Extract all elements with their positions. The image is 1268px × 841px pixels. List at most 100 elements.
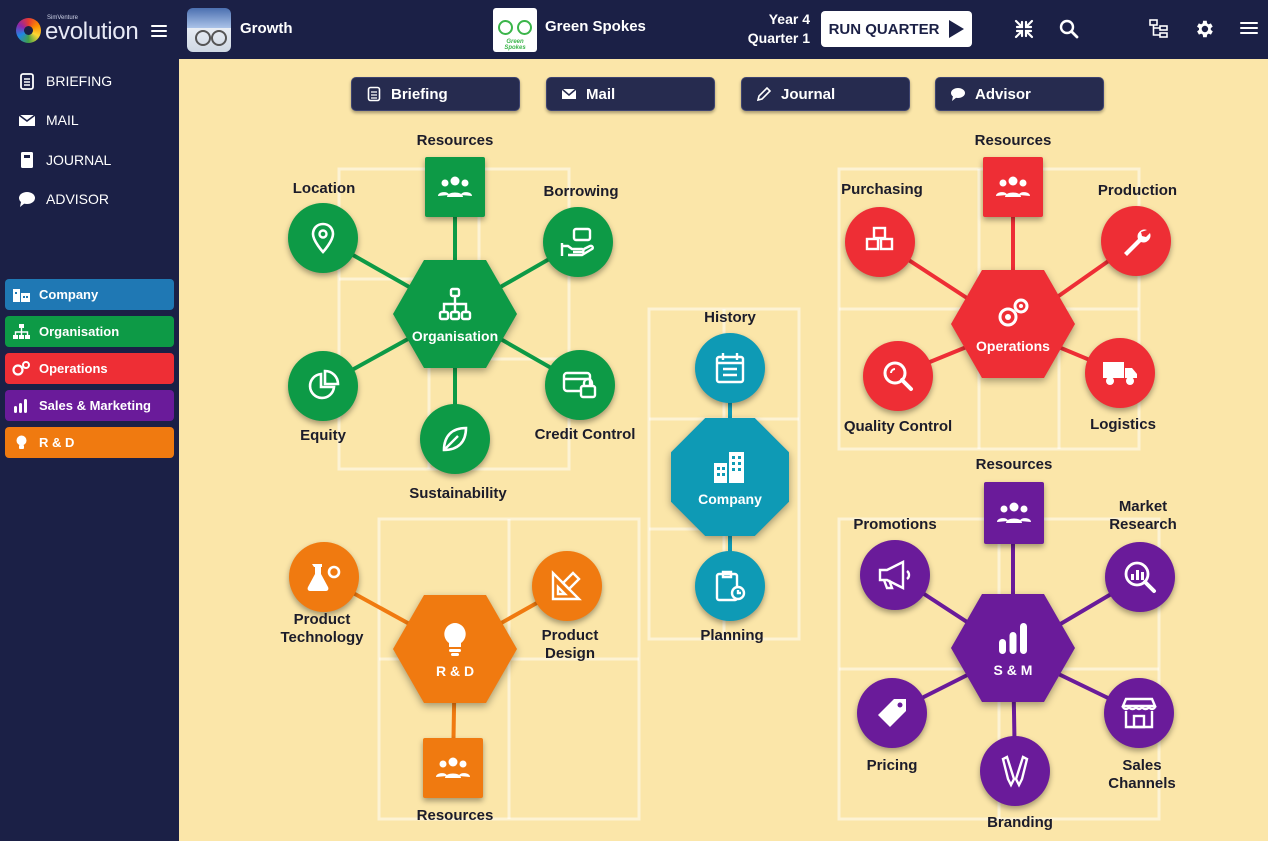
- sidebar-item-label: BRIEFING: [46, 73, 113, 89]
- ruler-pencil-icon: [551, 570, 582, 601]
- sidebar-item-journal[interactable]: JOURNAL: [18, 148, 111, 172]
- logo-wordmark: evolution: [45, 18, 139, 45]
- sitemap-icon[interactable]: [1148, 18, 1170, 40]
- node-label: Sales Channels: [1108, 757, 1176, 792]
- org-chart-icon: [13, 324, 30, 339]
- node-purchasing[interactable]: [845, 207, 915, 277]
- hub-label: R & D: [435, 662, 475, 679]
- sidebar-item-advisor[interactable]: ADVISOR: [18, 187, 109, 211]
- node-branding[interactable]: [980, 736, 1050, 806]
- hub-company[interactable]: Company: [671, 418, 789, 536]
- dept-button-company[interactable]: Company: [5, 279, 174, 310]
- node-label: Resources: [416, 807, 494, 824]
- envelope-icon: [18, 114, 36, 126]
- gears-icon: [998, 298, 1029, 326]
- hub-rnd[interactable]: R & D: [393, 595, 517, 703]
- chat-bubble-icon: [19, 192, 35, 207]
- sidebar-item-label: MAIL: [46, 112, 79, 128]
- node-history[interactable]: [695, 333, 765, 403]
- sidebar-item-label: ADVISOR: [46, 191, 110, 207]
- dept-button-sales-marketing[interactable]: Sales & Marketing: [5, 390, 174, 421]
- node-location[interactable]: [288, 203, 358, 273]
- node-logistics[interactable]: [1085, 338, 1155, 408]
- node-rnd-resources[interactable]: [423, 738, 483, 798]
- node-promotions[interactable]: [860, 540, 930, 610]
- year-label: Year 4: [768, 11, 810, 27]
- notebook-icon: [21, 152, 33, 168]
- people-group-icon: [436, 757, 470, 778]
- storefront-icon: [1121, 697, 1157, 729]
- lightbulb-icon: [16, 435, 27, 449]
- company-name: Green Spokes: [545, 18, 646, 35]
- node-label: Product Technology: [280, 611, 364, 646]
- main-menu-icon[interactable]: [1240, 22, 1258, 36]
- node-label: Resources: [975, 456, 1053, 473]
- node-equity[interactable]: [288, 351, 358, 421]
- node-label: Pricing: [866, 757, 918, 774]
- dept-button-organisation[interactable]: Organisation: [5, 316, 174, 347]
- leaf-icon: [442, 426, 468, 452]
- node-borrowing[interactable]: [543, 207, 613, 277]
- node-label: Equity: [300, 427, 346, 444]
- hub-label: Operations: [976, 337, 1050, 354]
- node-sustainability[interactable]: [420, 404, 490, 474]
- company-logo: Green Spokes: [493, 8, 537, 52]
- wrench-icon: [1124, 229, 1151, 256]
- play-icon: [949, 20, 965, 38]
- node-label: Quality Control: [843, 418, 953, 435]
- collapse-arrows-icon[interactable]: [1013, 18, 1035, 40]
- hub-label: Company: [698, 490, 762, 507]
- dept-button-label: Company: [39, 287, 99, 302]
- dept-button-rnd[interactable]: R & D: [5, 427, 174, 458]
- color-wheel-logo-icon: [16, 18, 41, 43]
- node-label: Planning: [700, 627, 764, 644]
- megaphone-icon: [878, 560, 911, 590]
- node-label: Product Design: [541, 627, 599, 662]
- gear-icon[interactable]: [1193, 18, 1215, 40]
- sidebar-item-briefing[interactable]: BRIEFING: [18, 69, 112, 93]
- top-bar: SimVenture evolution Growth Green Spokes…: [0, 0, 1268, 59]
- node-label: Market Research: [1109, 498, 1177, 533]
- hub-operations[interactable]: Operations: [951, 270, 1075, 378]
- node-production[interactable]: [1101, 206, 1171, 276]
- hub-organisation[interactable]: Organisation: [393, 260, 517, 368]
- search-icon[interactable]: [1058, 18, 1080, 40]
- credit-card-lock-icon: [562, 371, 597, 399]
- node-label: Borrowing: [543, 183, 619, 200]
- node-market-research[interactable]: [1105, 542, 1175, 612]
- node-label: Branding: [987, 814, 1053, 831]
- node-planning[interactable]: [695, 551, 765, 621]
- price-tag-icon: [878, 699, 906, 727]
- node-credit-control[interactable]: [545, 350, 615, 420]
- bike-wheel-icon: [517, 20, 532, 35]
- org-chart-icon: [438, 287, 472, 320]
- node-label: Resources: [974, 132, 1052, 149]
- sidebar: BRIEFING MAIL JOURNAL ADVISOR Company Or…: [0, 59, 179, 841]
- node-label: Promotions: [853, 516, 937, 533]
- node-pricing[interactable]: [857, 678, 927, 748]
- node-product-design[interactable]: [532, 551, 602, 621]
- node-label: Logistics: [1090, 416, 1156, 433]
- node-ops-resources[interactable]: [983, 157, 1043, 217]
- sidebar-item-mail[interactable]: MAIL: [18, 108, 79, 132]
- node-product-technology[interactable]: [289, 542, 359, 612]
- sidebar-toggle-icon[interactable]: [151, 25, 167, 37]
- clipboard-icon: [20, 73, 34, 90]
- node-sm-resources[interactable]: [984, 482, 1044, 544]
- run-quarter-button[interactable]: RUN QUARTER: [821, 11, 972, 47]
- map-pin-icon: [311, 222, 335, 254]
- node-quality-control[interactable]: [863, 341, 933, 411]
- node-org-resources[interactable]: [425, 157, 485, 217]
- buildings-icon: [714, 451, 744, 483]
- node-label: Credit Control: [534, 426, 636, 443]
- dept-button-label: Operations: [39, 361, 108, 376]
- hub-sales-marketing[interactable]: S & M: [951, 594, 1075, 702]
- lightbulb-icon: [444, 622, 466, 656]
- bike-wheel-icon: [498, 20, 513, 35]
- node-sales-channels[interactable]: [1104, 678, 1174, 748]
- run-quarter-label: RUN QUARTER: [828, 20, 940, 38]
- clipboard-clock-icon: [715, 570, 746, 602]
- truck-icon: [1103, 362, 1137, 385]
- dept-button-operations[interactable]: Operations: [5, 353, 174, 384]
- people-group-icon: [997, 502, 1031, 523]
